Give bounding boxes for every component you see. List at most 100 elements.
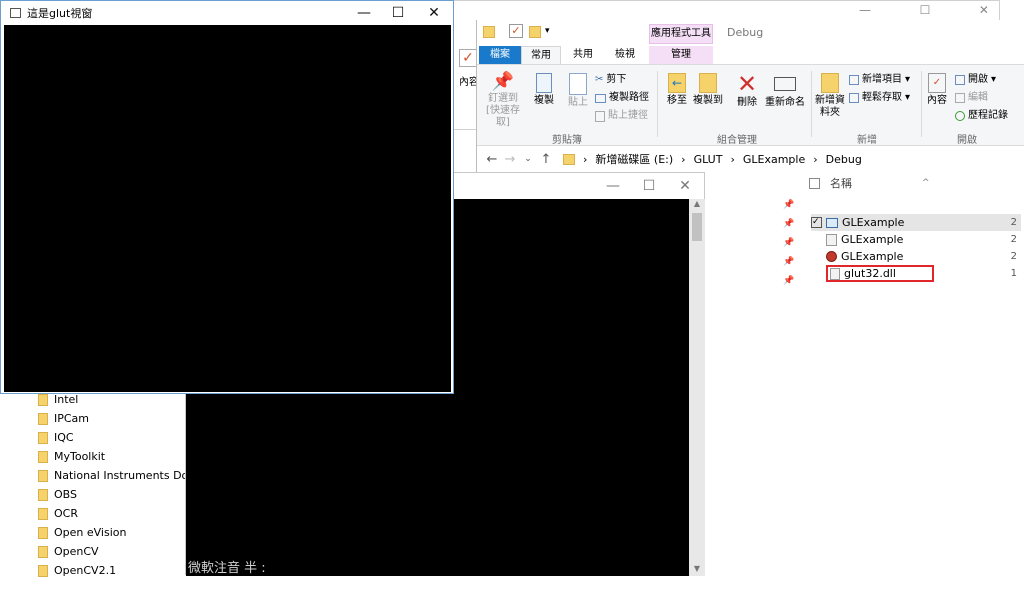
window-title: Debug <box>727 26 764 39</box>
glut-render-canvas[interactable] <box>4 25 451 392</box>
move-to-button[interactable]: ← 移至 <box>663 71 691 107</box>
cut-button[interactable]: ✂ 剪下 <box>595 71 651 89</box>
tree-item[interactable]: Open eVision <box>0 523 186 542</box>
file-row[interactable]: ✓ GLExample 2 <box>811 214 1021 231</box>
config-file-icon <box>826 233 837 246</box>
customize-toolbar-icon[interactable]: ▾ <box>545 26 550 36</box>
breadcrumb-glexample[interactable]: GLExample <box>743 153 805 166</box>
tab-view[interactable]: 檢視 <box>605 46 645 64</box>
minimize-icon[interactable]: — <box>859 3 871 21</box>
scrollbar-thumb[interactable] <box>692 213 702 241</box>
new-folder-button[interactable]: 新增資料夾 <box>815 71 845 119</box>
folder-icon[interactable] <box>483 26 495 38</box>
chevron-down-icon: ▾ <box>905 92 911 103</box>
easy-access-button[interactable]: 輕鬆存取 ▾ <box>849 89 919 107</box>
properties-button[interactable]: ✓ 內容 <box>925 71 949 107</box>
tab-file[interactable]: 檔案 <box>479 46 521 64</box>
breadcrumb-drive[interactable]: 新增磁碟區 (E:) <box>595 151 673 167</box>
ribbon-separator <box>811 71 812 137</box>
ime-status: 微軟注音 半 : <box>188 561 266 576</box>
breadcrumb-separator-icon: › <box>681 152 686 166</box>
pin-icon[interactable]: 📌 <box>783 200 799 219</box>
glut-window: 這是glut視窗 — ☐ ✕ <box>0 0 454 394</box>
delete-button[interactable]: ✕ 刪除 <box>733 71 761 109</box>
forward-arrow-icon[interactable]: → <box>501 152 519 167</box>
maximize-icon[interactable]: ☐ <box>920 3 931 21</box>
tree-item[interactable]: National Instruments Downloads <box>0 466 186 485</box>
maximize-icon[interactable]: ☐ <box>381 5 415 21</box>
new-item-button[interactable]: 新增項目 ▾ <box>849 71 919 89</box>
app-icon <box>10 8 21 18</box>
tree-item[interactable]: IQC <box>0 428 186 447</box>
breadcrumb-debug[interactable]: Debug <box>826 153 862 166</box>
folder-icon <box>38 393 48 406</box>
scroll-up-icon[interactable]: ▲ <box>689 199 705 211</box>
scroll-down-icon[interactable]: ▼ <box>689 564 705 576</box>
file-row[interactable]: GLExample 2 <box>811 248 1021 265</box>
tab-manage[interactable]: 管理 <box>649 46 713 64</box>
column-header: 名稱 ^ <box>809 172 1024 194</box>
context-tab-header: 應用程式工具 <box>649 24 713 44</box>
close-icon[interactable]: ✕ <box>417 5 451 21</box>
edit-button[interactable]: 編輯 <box>955 89 1019 107</box>
pin-icon[interactable]: 📌 <box>783 276 799 295</box>
pin-icon[interactable]: 📌 <box>783 238 799 257</box>
new-small-buttons: 新增項目 ▾ 輕鬆存取 ▾ <box>849 71 919 107</box>
minimize-icon[interactable]: — <box>596 178 630 194</box>
minimize-icon[interactable]: — <box>347 5 381 21</box>
close-icon[interactable]: ✕ <box>979 3 989 21</box>
tree-item[interactable]: OCR <box>0 504 186 523</box>
breadcrumb-separator-icon: › <box>813 152 818 166</box>
folder-icon <box>38 526 48 539</box>
pin-icon[interactable]: 📌 <box>783 219 799 238</box>
move-to-icon: ← <box>668 73 686 93</box>
file-row[interactable]: glut32.dll 1 <box>811 265 1021 282</box>
paste-shortcut-button[interactable]: 貼上捷徑 <box>595 107 651 125</box>
tree-item[interactable]: IPCam <box>0 409 186 428</box>
open-group-label: 開啟 <box>957 135 977 146</box>
dll-file-icon <box>830 267 840 280</box>
rename-button[interactable]: 重新命名 <box>765 71 805 109</box>
pin-icon[interactable]: 📌 <box>783 257 799 276</box>
breadcrumb[interactable]: › 新增磁碟區 (E:) › GLUT › GLExample › Debug <box>563 151 862 167</box>
copy-path-button[interactable]: 複製路徑 <box>595 89 651 107</box>
up-arrow-icon[interactable]: ↑ <box>537 152 555 167</box>
breadcrumb-glut[interactable]: GLUT <box>694 153 723 166</box>
tab-home[interactable]: 常用 <box>521 46 561 64</box>
console-scrollbar[interactable]: ▲ ▼ <box>689 199 705 576</box>
folder-icon <box>38 412 48 425</box>
pin-icon: 📌 <box>491 71 515 92</box>
tree-item[interactable]: OBS <box>0 485 186 504</box>
properties-icon[interactable]: ✓ <box>509 24 523 38</box>
paste-button[interactable]: 貼上 <box>563 71 593 109</box>
new-folder-icon <box>821 73 839 93</box>
tree-item[interactable]: OpenCV <box>0 542 186 561</box>
copy-to-button[interactable]: 複製到 <box>693 71 723 107</box>
back-arrow-icon[interactable]: ← <box>483 152 501 167</box>
tree-item[interactable]: OpenCV2.1 <box>0 561 186 580</box>
open-button[interactable]: 開啟 ▾ <box>955 71 1019 89</box>
application-icon <box>826 217 838 228</box>
tree-item[interactable]: MyToolkit <box>0 447 186 466</box>
chevron-down-icon: ▾ <box>991 74 997 85</box>
column-name-header[interactable]: 名稱 <box>830 175 852 191</box>
close-icon[interactable]: ✕ <box>668 178 702 194</box>
checkbox-checked-icon[interactable]: ✓ <box>811 217 822 228</box>
history-button[interactable]: 歷程記錄 <box>955 107 1019 125</box>
copy-icon <box>536 73 552 93</box>
ribbon: 📌 釘選到 [快速存取] 複製 貼上 ✂ 剪下 複製路徑 貼上捷徑 剪貼簿 ← 移… <box>477 64 1024 146</box>
tab-share[interactable]: 共用 <box>563 46 603 64</box>
recent-locations-icon[interactable]: ⌄ <box>519 154 537 164</box>
delete-icon: ✕ <box>736 70 758 98</box>
pin-quick-access-button[interactable]: 📌 釘選到 [快速存取] <box>483 71 523 129</box>
ribbon-separator <box>921 71 922 137</box>
sort-ascending-icon: ^ <box>922 178 930 188</box>
copy-button[interactable]: 複製 <box>529 71 559 107</box>
paste-icon <box>569 73 587 95</box>
new-folder-icon[interactable] <box>529 26 541 38</box>
easy-access-icon <box>849 93 859 103</box>
maximize-icon[interactable]: ☐ <box>632 178 666 194</box>
file-row[interactable]: GLExample 2 <box>811 231 1021 248</box>
pdb-file-icon <box>826 251 837 262</box>
select-all-checkbox[interactable] <box>809 177 820 189</box>
